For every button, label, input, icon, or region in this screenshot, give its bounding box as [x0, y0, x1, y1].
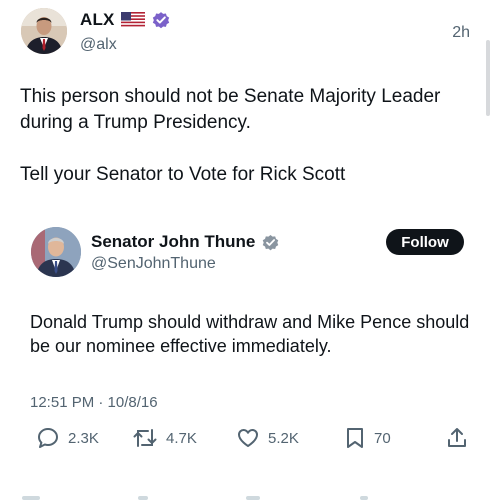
reply-count: 2.3K — [68, 429, 99, 447]
scrollbar[interactable] — [486, 40, 490, 116]
reply-button[interactable]: 2.3K — [36, 424, 99, 452]
quoted-post[interactable]: Senator John Thune @SenJohnThune Follow … — [14, 210, 480, 500]
quoted-author-handle[interactable]: @SenJohnThune — [91, 255, 216, 273]
like-button[interactable]: 5.2K — [236, 424, 299, 452]
us-flag-icon — [120, 12, 145, 28]
share-button[interactable] — [446, 424, 468, 452]
like-icon — [236, 426, 260, 450]
follow-button[interactable]: Follow — [386, 229, 464, 255]
reply-icon — [36, 426, 60, 450]
action-bar: 2.3K 4.7K 5.2K 70 — [28, 424, 468, 452]
author-name-row: ALX — [80, 8, 171, 32]
bookmark-count: 70 — [374, 429, 391, 447]
bookmark-button[interactable]: 70 — [344, 424, 391, 452]
author-handle[interactable]: @alx — [80, 36, 117, 54]
quoted-post-text: Donald Trump should withdraw and Mike Pe… — [30, 312, 470, 356]
repost-count: 4.7K — [166, 429, 197, 447]
verified-badge-icon — [261, 233, 280, 252]
next-item-peek — [0, 494, 493, 500]
quoted-post-date[interactable]: 12:51 PM · 10/8/16 — [30, 394, 158, 411]
repost-icon — [132, 426, 158, 450]
post: ALX @alx 2h This person should not be Se… — [0, 0, 493, 500]
like-count: 5.2K — [268, 429, 299, 447]
author-avatar[interactable] — [21, 8, 67, 54]
post-text: This person should not be Senate Majorit… — [20, 86, 441, 185]
post-timestamp[interactable]: 2h — [452, 24, 470, 42]
author-display-name[interactable]: ALX — [80, 10, 115, 30]
verified-badge-icon — [151, 10, 171, 30]
quoted-author-display-name[interactable]: Senator John Thune — [91, 232, 255, 252]
quoted-author-name-row: Senator John Thune — [91, 231, 280, 253]
repost-button[interactable]: 4.7K — [132, 424, 197, 452]
share-icon — [446, 426, 468, 450]
bookmark-icon — [344, 426, 366, 450]
quoted-author-avatar[interactable] — [31, 227, 81, 277]
